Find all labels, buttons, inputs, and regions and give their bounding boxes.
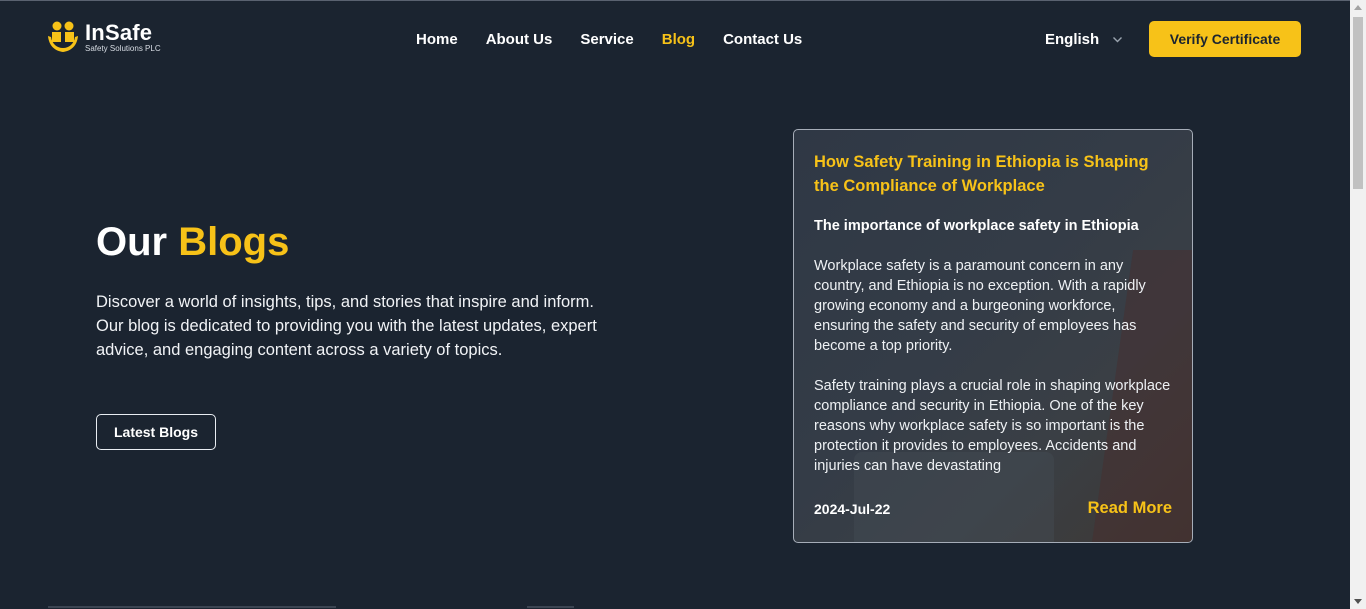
hero-description: Discover a world of insights, tips, and … <box>96 293 597 359</box>
blog-card[interactable]: How Safety Training in Ethiopia is Shapi… <box>793 129 1193 543</box>
logo-name: InSafe <box>85 19 153 45</box>
nav-blog[interactable]: Blog <box>662 31 695 48</box>
language-selector[interactable]: English <box>1045 31 1123 48</box>
read-more-link[interactable]: Read More <box>1088 499 1172 518</box>
title-part-blogs: Blogs <box>178 220 290 264</box>
scrollbar-thumb[interactable] <box>1353 17 1363 189</box>
nav-home[interactable]: Home <box>416 31 458 48</box>
chevron-down-icon <box>1113 37 1123 43</box>
scroll-down-icon[interactable] <box>1354 599 1362 604</box>
page-scrollbar[interactable] <box>1350 0 1366 609</box>
nav-about-us[interactable]: About Us <box>486 31 553 48</box>
logo-subtitle: Safety Solutions PLC <box>85 43 161 53</box>
blog-card-subtitle: The importance of workplace safety in Et… <box>814 218 1139 234</box>
language-label: English <box>1045 31 1100 48</box>
section-divider <box>48 606 336 608</box>
blog-card-title[interactable]: How Safety Training in Ethiopia is Shapi… <box>814 150 1172 198</box>
blog-card-paragraph-2: Safety training plays a crucial role in … <box>814 378 1171 474</box>
nav-contact-us[interactable]: Contact Us <box>723 31 802 48</box>
nav-service[interactable]: Service <box>580 31 633 48</box>
title-part-our: Our <box>96 220 168 264</box>
logo[interactable]: InSafe Safety Solutions PLC <box>47 20 161 54</box>
blog-card-paragraph-1: Workplace safety is a paramount concern … <box>814 258 1146 354</box>
section-divider <box>527 606 574 608</box>
latest-blogs-button[interactable]: Latest Blogs <box>96 414 216 450</box>
page-title: Our Blogs <box>96 218 289 266</box>
main-nav: Home About Us Service Blog Contact Us <box>402 31 816 48</box>
verify-certificate-button[interactable]: Verify Certificate <box>1149 21 1301 57</box>
logo-hands-icon <box>48 21 78 52</box>
top-border <box>0 0 1350 1</box>
blog-card-date: 2024-Jul-22 <box>814 500 891 517</box>
scroll-up-icon[interactable] <box>1354 5 1362 10</box>
